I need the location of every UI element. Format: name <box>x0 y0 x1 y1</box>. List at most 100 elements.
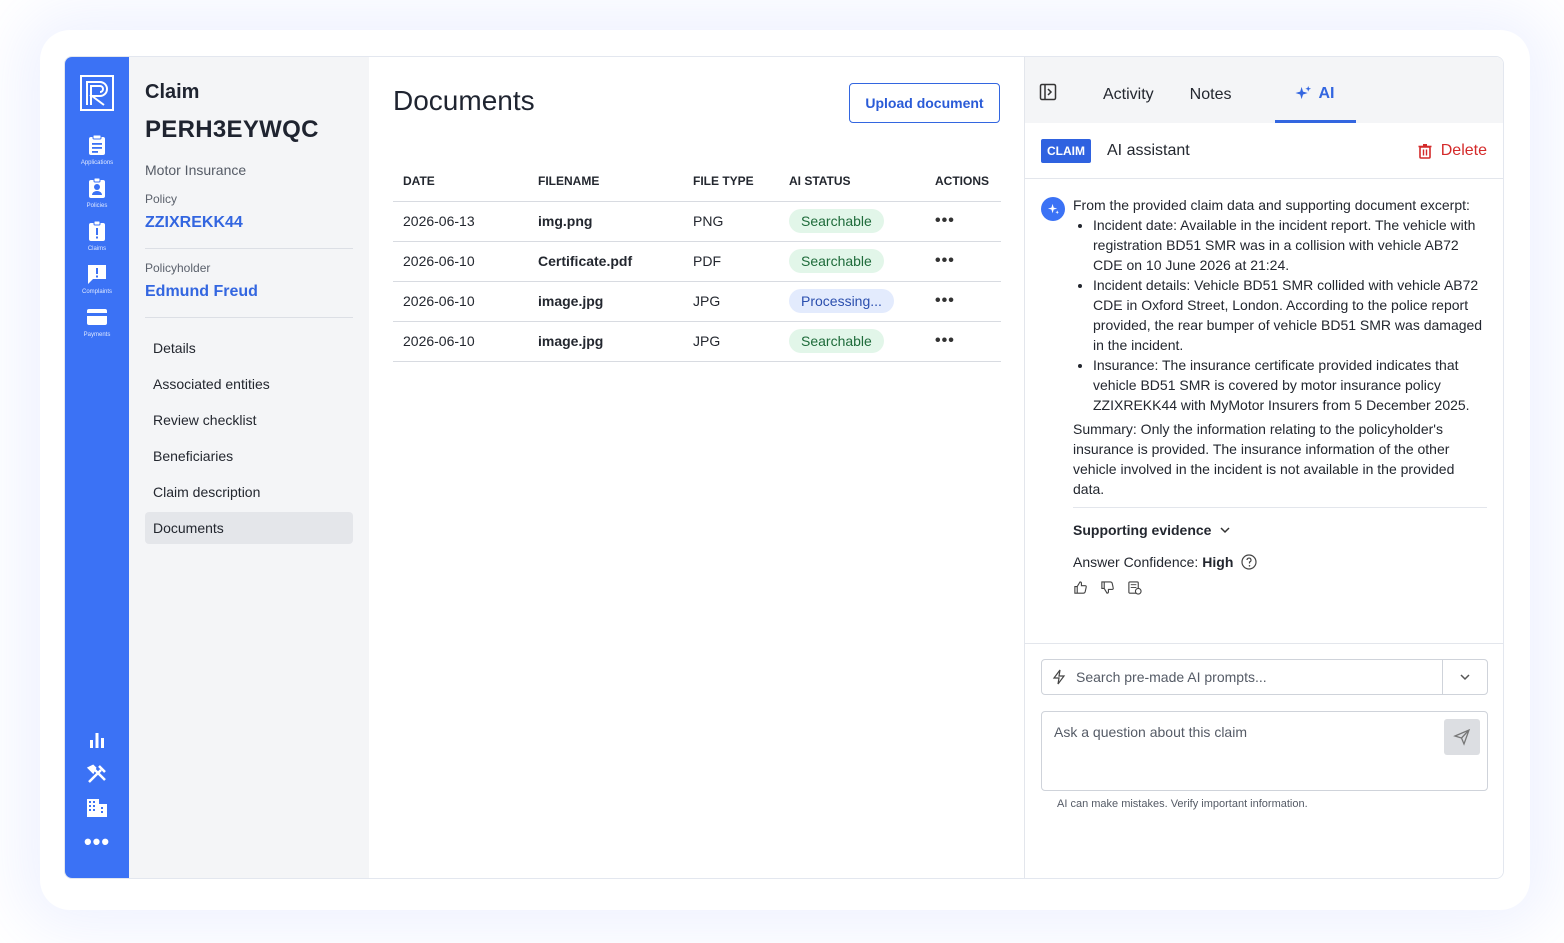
column-header-actions: ACTIONS <box>925 161 1001 202</box>
sparkle-icon <box>1295 85 1312 100</box>
nav-item-claim-description[interactable]: Claim description <box>145 476 353 508</box>
tab-ai[interactable]: AI <box>1275 75 1357 123</box>
nav-item-review-checklist[interactable]: Review checklist <box>145 404 353 436</box>
premade-prompts-select[interactable]: Search pre-made AI prompts... <box>1041 659 1488 695</box>
panel-tabs: Activity Notes AI <box>1025 57 1503 123</box>
ai-summary: Summary: Only the information relating t… <box>1073 421 1455 497</box>
ai-message: From the provided claim data and support… <box>1025 179 1503 595</box>
lightning-icon <box>1052 669 1066 685</box>
rail-item-applications[interactable]: Applications <box>81 133 113 166</box>
brand-logo-icon <box>80 75 114 111</box>
cell-date: 2026-06-10 <box>393 241 528 282</box>
cell-filename[interactable]: Certificate.pdf <box>528 241 683 282</box>
status-badge: Searchable <box>789 249 884 273</box>
confidence-label: Answer Confidence: <box>1073 554 1199 570</box>
ai-disclaimer: AI can make mistakes. Verify important i… <box>1057 798 1308 810</box>
ai-header: CLAIM AI assistant Delete <box>1025 123 1503 179</box>
app-window: Applications Policies Claims Complaints … <box>64 56 1504 879</box>
thumbs-up-icon[interactable] <box>1073 580 1088 595</box>
nav-item-details[interactable]: Details <box>145 332 353 364</box>
claim-id: PERH3EYWQC <box>145 116 319 143</box>
delete-button[interactable]: Delete <box>1417 142 1487 160</box>
rail-item-complaints[interactable]: Complaints <box>82 262 112 295</box>
policy-link[interactable]: ZZIXREKK44 <box>145 214 353 232</box>
claim-alert-icon <box>89 220 105 241</box>
tools-icon[interactable] <box>85 762 109 786</box>
chevron-down-icon <box>1220 527 1230 534</box>
building-icon[interactable] <box>85 796 109 820</box>
cell-filename[interactable]: image.jpg <box>528 321 683 362</box>
tab-notes[interactable]: Notes <box>1172 75 1250 123</box>
ai-intro: From the provided claim data and support… <box>1073 197 1470 213</box>
rail-item-claims[interactable]: Claims <box>85 219 109 252</box>
ai-avatar-icon <box>1041 197 1065 221</box>
table-row[interactable]: 2026-06-13 img.png PNG Searchable ••• <box>393 201 1001 242</box>
cell-ai-status: Searchable <box>779 321 925 362</box>
rail-item-payments[interactable]: Payments <box>83 305 111 338</box>
ai-bullet: Insurance: The insurance certificate pro… <box>1093 355 1487 415</box>
cell-actions: ••• <box>925 281 1001 322</box>
policyholder-label: Policyholder <box>145 261 211 275</box>
rail-item-policies[interactable]: Policies <box>85 176 109 209</box>
chevron-down-icon <box>1460 674 1470 681</box>
column-header-filename[interactable]: FILENAME <box>528 161 683 202</box>
claim-badge: CLAIM <box>1041 138 1091 163</box>
rail-item-label: Claims <box>87 246 107 252</box>
more-icon[interactable]: ••• <box>84 831 110 853</box>
status-badge: Processing... <box>789 289 894 313</box>
id-badge-icon <box>89 177 105 198</box>
more-actions-icon[interactable]: ••• <box>935 212 955 229</box>
nav-item-associated-entities[interactable]: Associated entities <box>145 368 353 400</box>
cell-date: 2026-06-10 <box>393 321 528 362</box>
send-icon <box>1453 728 1471 746</box>
ai-bullets: Incident date: Available in the incident… <box>1093 215 1487 415</box>
divider <box>1073 507 1487 508</box>
documents-main: Documents Upload document DATE FILENAME … <box>369 57 1024 878</box>
cell-file-type: PDF <box>683 241 779 282</box>
divider <box>145 248 353 249</box>
cell-actions: ••• <box>925 201 1001 242</box>
ai-bullet: Incident details: Vehicle BD51 SMR colli… <box>1093 275 1487 355</box>
feedback-actions <box>1073 580 1487 595</box>
more-actions-icon[interactable]: ••• <box>935 292 955 309</box>
evidence-label: Supporting evidence <box>1073 522 1212 538</box>
help-icon[interactable] <box>1241 554 1258 570</box>
column-header-file-type[interactable]: FILE TYPE <box>683 161 779 202</box>
upload-document-button[interactable]: Upload document <box>849 83 1000 123</box>
rail-item-label: Payments <box>83 332 111 338</box>
column-header-date[interactable]: DATE <box>393 161 528 202</box>
table-row[interactable]: 2026-06-10 Certificate.pdf PDF Searchabl… <box>393 241 1001 282</box>
question-input[interactable] <box>1041 711 1488 791</box>
chat-alert-icon <box>87 265 106 284</box>
panel-toggle-icon[interactable] <box>1039 83 1057 101</box>
column-header-ai-status[interactable]: AI STATUS <box>779 161 925 202</box>
ai-panel: Activity Notes AI CLAIM AI assistant Del… <box>1024 57 1503 878</box>
tab-activity[interactable]: Activity <box>1085 75 1172 123</box>
supporting-evidence-toggle[interactable]: Supporting evidence <box>1073 520 1487 540</box>
table-row[interactable]: 2026-06-10 image.jpg JPG Processing... •… <box>393 281 1001 322</box>
cell-filename[interactable]: image.jpg <box>528 281 683 322</box>
nav-item-beneficiaries[interactable]: Beneficiaries <box>145 440 353 472</box>
nav-item-documents[interactable]: Documents <box>145 512 353 544</box>
cell-ai-status: Searchable <box>779 201 925 242</box>
claim-type: Motor Insurance <box>145 162 247 178</box>
thumbs-down-icon[interactable] <box>1100 580 1115 595</box>
table-row[interactable]: 2026-06-10 image.jpg JPG Searchable ••• <box>393 321 1001 362</box>
more-actions-icon[interactable]: ••• <box>935 332 955 349</box>
documents-table: DATE FILENAME FILE TYPE AI STATUS ACTION… <box>393 161 1001 362</box>
cell-filename[interactable]: img.png <box>528 201 683 242</box>
more-actions-icon[interactable]: ••• <box>935 252 955 269</box>
policyholder-link[interactable]: Edmund Freud <box>145 283 353 301</box>
send-button[interactable] <box>1444 719 1480 755</box>
ai-title: AI assistant <box>1107 141 1190 159</box>
tab-ai-label: AI <box>1318 84 1335 102</box>
bar-chart-icon[interactable] <box>85 728 109 752</box>
rail-item-label: Policies <box>86 203 108 209</box>
report-icon[interactable] <box>1127 580 1142 595</box>
divider <box>145 317 353 318</box>
prompt-placeholder: Search pre-made AI prompts... <box>1076 669 1267 685</box>
cell-file-type: JPG <box>683 321 779 362</box>
credit-card-icon <box>87 309 107 325</box>
dropdown-toggle[interactable] <box>1442 660 1487 694</box>
clipboard-icon <box>88 134 105 155</box>
